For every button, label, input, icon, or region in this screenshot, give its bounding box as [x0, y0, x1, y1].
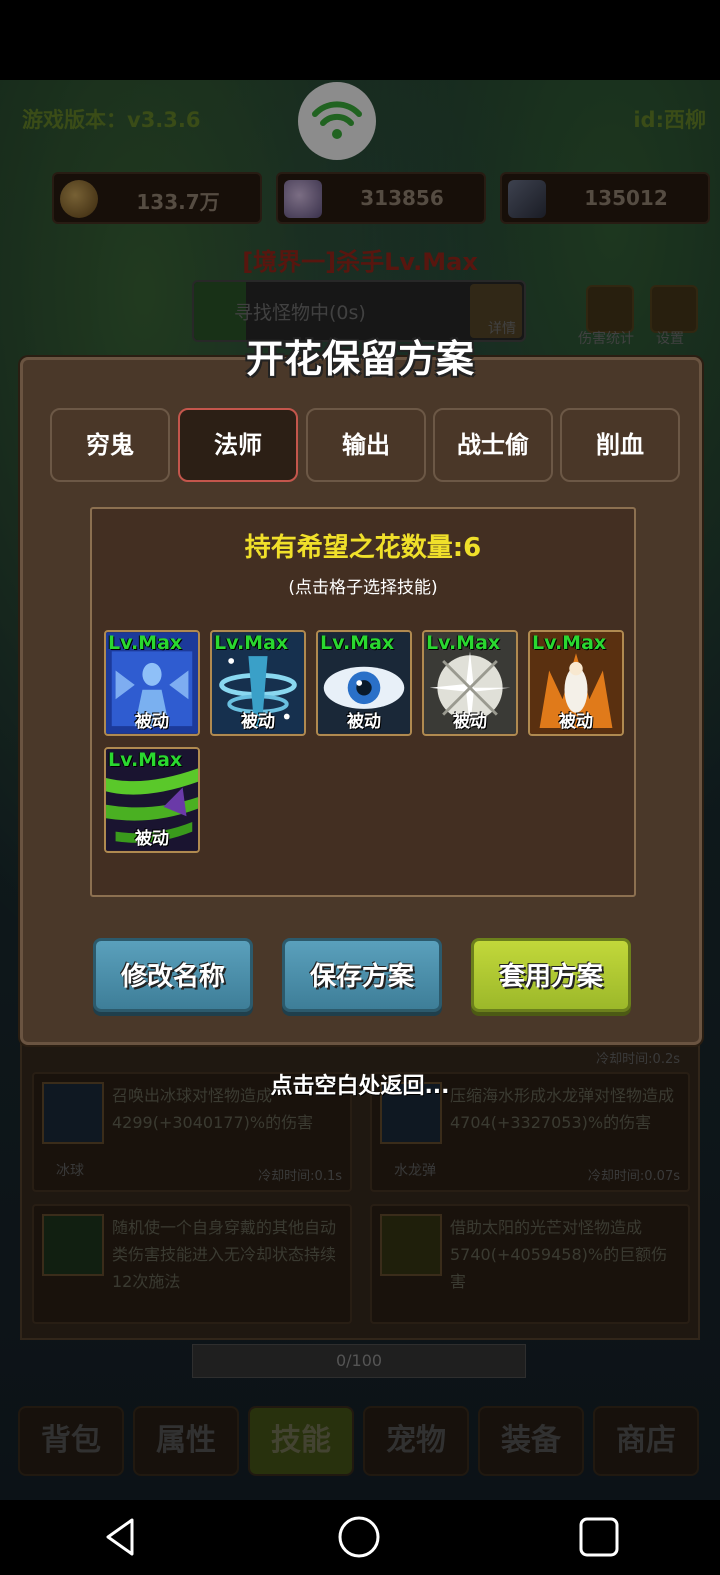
slot-level: Lv.Max [532, 632, 607, 654]
slot-level: Lv.Max [320, 632, 395, 654]
recents-icon[interactable] [576, 1514, 622, 1560]
bloom-plan-modal: 穷鬼 法师 输出 战士偷 削血 持有希望之花数量:6 (点击格子选择技能) Lv… [20, 357, 702, 1045]
home-icon[interactable] [336, 1514, 382, 1560]
skill-slot[interactable]: Lv.Max 被动 [104, 747, 200, 853]
scheme-tab-5[interactable]: 削血 [560, 408, 680, 482]
scheme-tab-3[interactable]: 输出 [306, 408, 426, 482]
slot-type: 被动 [347, 712, 381, 732]
rename-button[interactable]: 修改名称 [93, 938, 253, 1012]
slot-level: Lv.Max [214, 632, 289, 654]
skill-slot[interactable]: Lv.Max 被动 [316, 630, 412, 736]
slot-level: Lv.Max [108, 749, 183, 771]
system-nav-bar [0, 1500, 720, 1575]
slot-level: Lv.Max [426, 632, 501, 654]
status-bar [0, 0, 720, 80]
save-plan-button[interactable]: 保存方案 [282, 938, 442, 1012]
back-hint: 点击空白处返回... [270, 1074, 450, 1099]
skill-slot[interactable]: Lv.Max 被动 [104, 630, 200, 736]
back-icon[interactable] [98, 1514, 144, 1560]
scheme-tab-4[interactable]: 战士偷 [433, 408, 553, 482]
slot-type: 被动 [241, 712, 275, 732]
scheme-tab-2[interactable]: 法师 [178, 408, 298, 482]
slot-hint: (点击格子选择技能) [288, 578, 438, 598]
apply-plan-button[interactable]: 套用方案 [471, 938, 631, 1012]
skill-slot[interactable]: Lv.Max 被动 [210, 630, 306, 736]
slot-type: 被动 [453, 712, 487, 732]
skill-slot[interactable]: Lv.Max 被动 [422, 630, 518, 736]
flower-slot-panel: 持有希望之花数量:6 (点击格子选择技能) Lv.Max 被动 Lv.Max 被… [90, 507, 636, 897]
slot-level: Lv.Max [108, 632, 183, 654]
flower-count: 持有希望之花数量:6 [244, 533, 482, 563]
slot-type: 被动 [135, 712, 169, 732]
modal-title: 开花保留方案 [245, 337, 474, 381]
scheme-tab-1[interactable]: 穷鬼 [50, 408, 170, 482]
slot-type: 被动 [135, 829, 169, 849]
slot-type: 被动 [559, 712, 593, 732]
skill-slot[interactable]: Lv.Max 被动 [528, 630, 624, 736]
